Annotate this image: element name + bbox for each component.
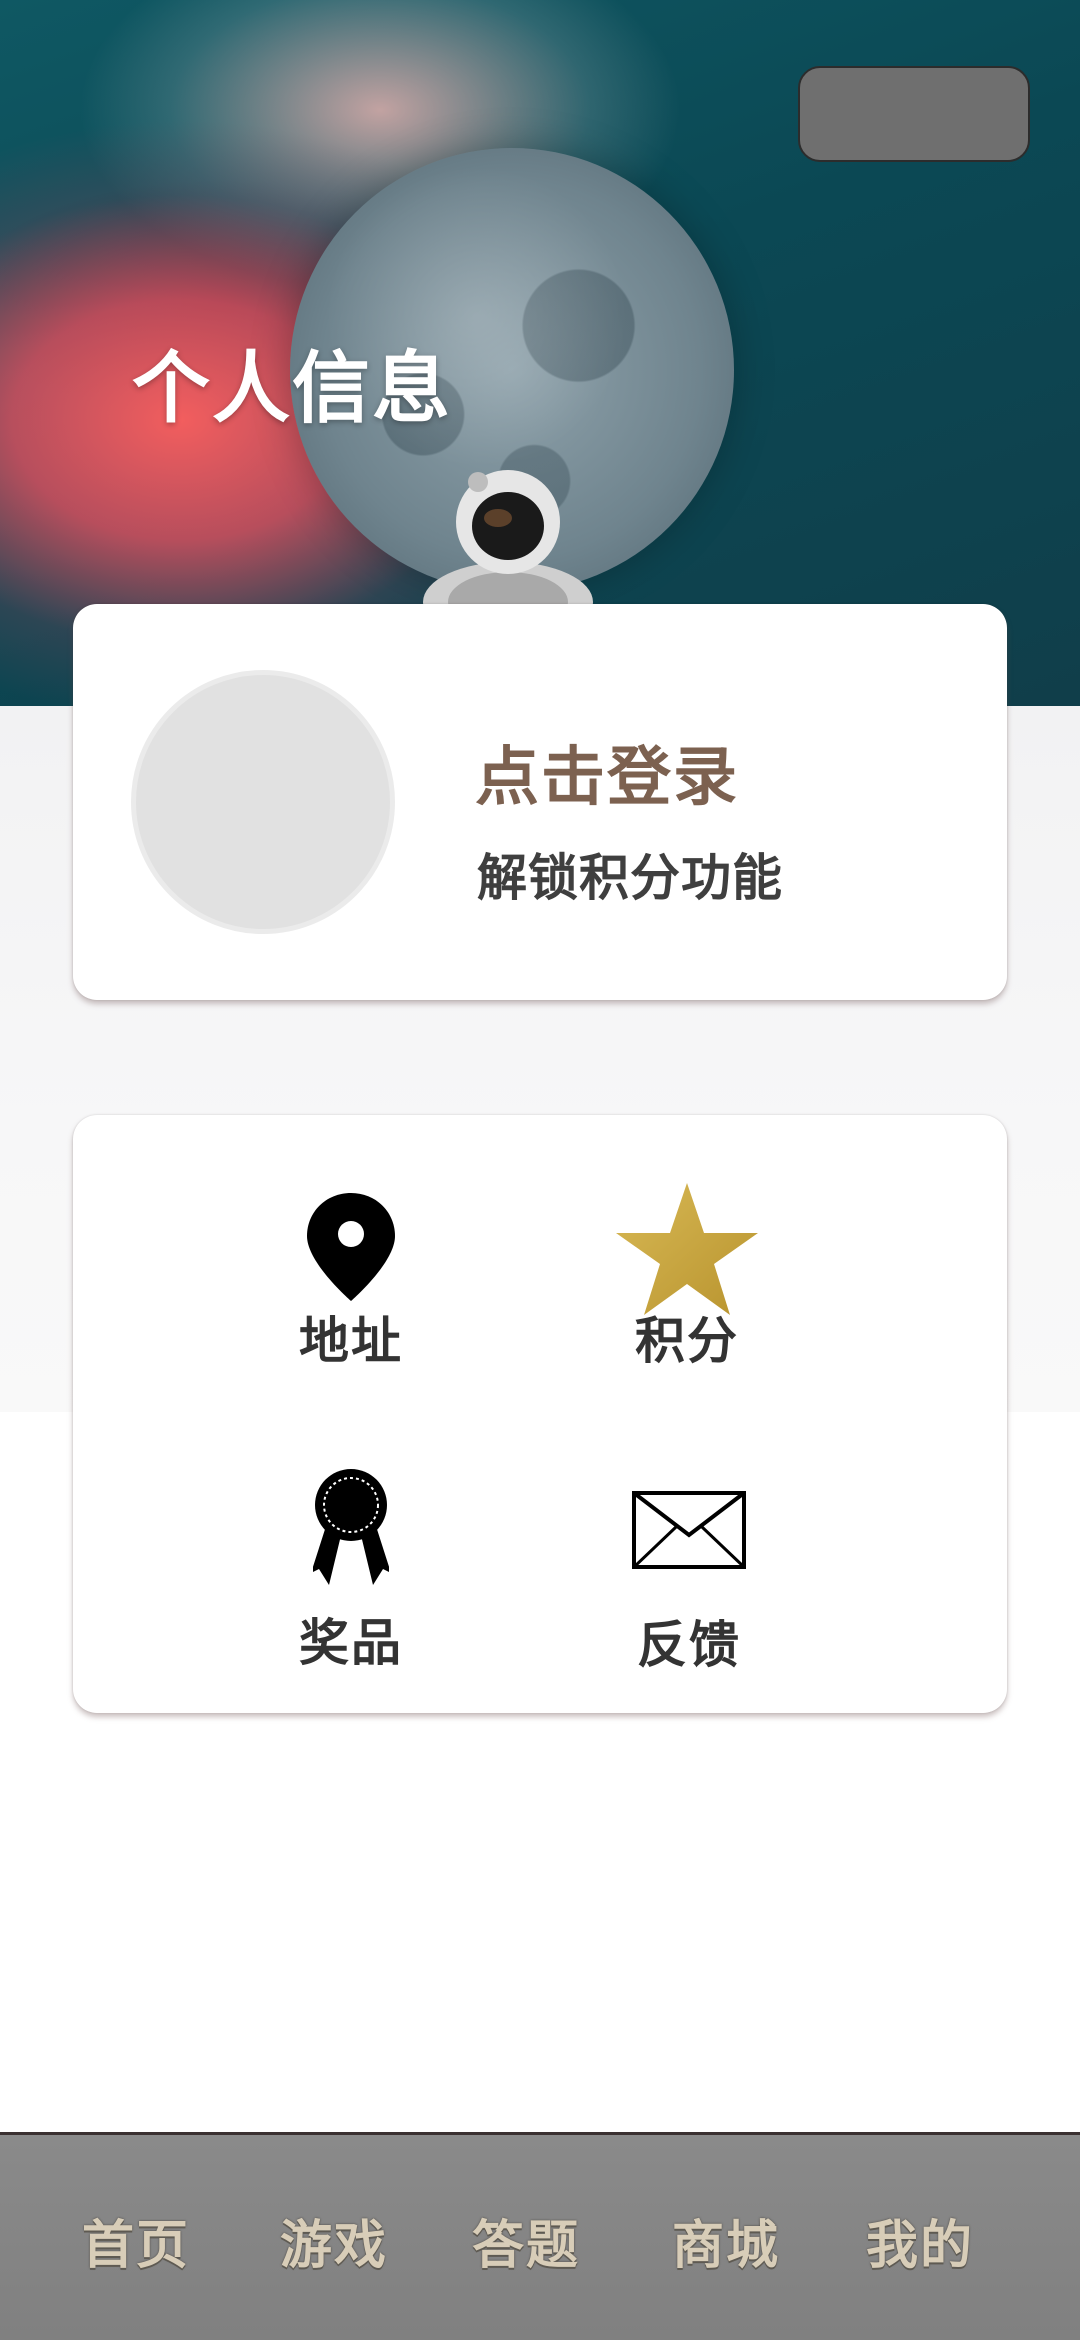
login-subtitle: 解锁积分功能 [477,849,783,907]
menu-card: 地址 积分 奖品 反馈 [73,1115,1007,1713]
login-card[interactable]: 点击登录 解锁积分功能 [73,604,1007,1000]
location-pin-icon [307,1193,395,1301]
bottom-nav: 首页 游戏 答题 商城 我的 [0,2132,1080,2340]
menu-item-feedback[interactable]: 反馈 [589,1491,789,1711]
envelope-icon [632,1491,746,1569]
award-ribbon-icon [313,1469,389,1585]
menu-item-prizes[interactable]: 奖品 [251,1467,451,1687]
login-title[interactable]: 点击登录 [475,726,739,818]
nav-item-quiz[interactable]: 答题 [472,2203,580,2278]
page-title: 个人信息 [132,344,453,434]
menu-item-points[interactable]: 积分 [587,1181,787,1401]
top-action-button[interactable] [798,66,1030,162]
star-icon [616,1183,758,1315]
menu-item-label: 反馈 [637,1616,741,1674]
astronaut-illustration [423,470,593,608]
menu-item-label: 地址 [299,1312,403,1370]
menu-item-label: 奖品 [299,1614,403,1672]
nav-item-shop[interactable]: 商城 [672,2203,780,2278]
avatar[interactable] [131,670,395,934]
nav-item-mine[interactable]: 我的 [866,2203,974,2278]
menu-item-label: 积分 [635,1312,739,1370]
nav-item-games[interactable]: 游戏 [280,2203,388,2278]
nav-item-home[interactable]: 首页 [82,2203,190,2278]
menu-item-address[interactable]: 地址 [251,1191,451,1411]
profile-page: 个人信息 点击登录 解锁积分功能 地址 积分 奖品 反馈 首页 游戏 答题 商城… [0,0,1080,2340]
